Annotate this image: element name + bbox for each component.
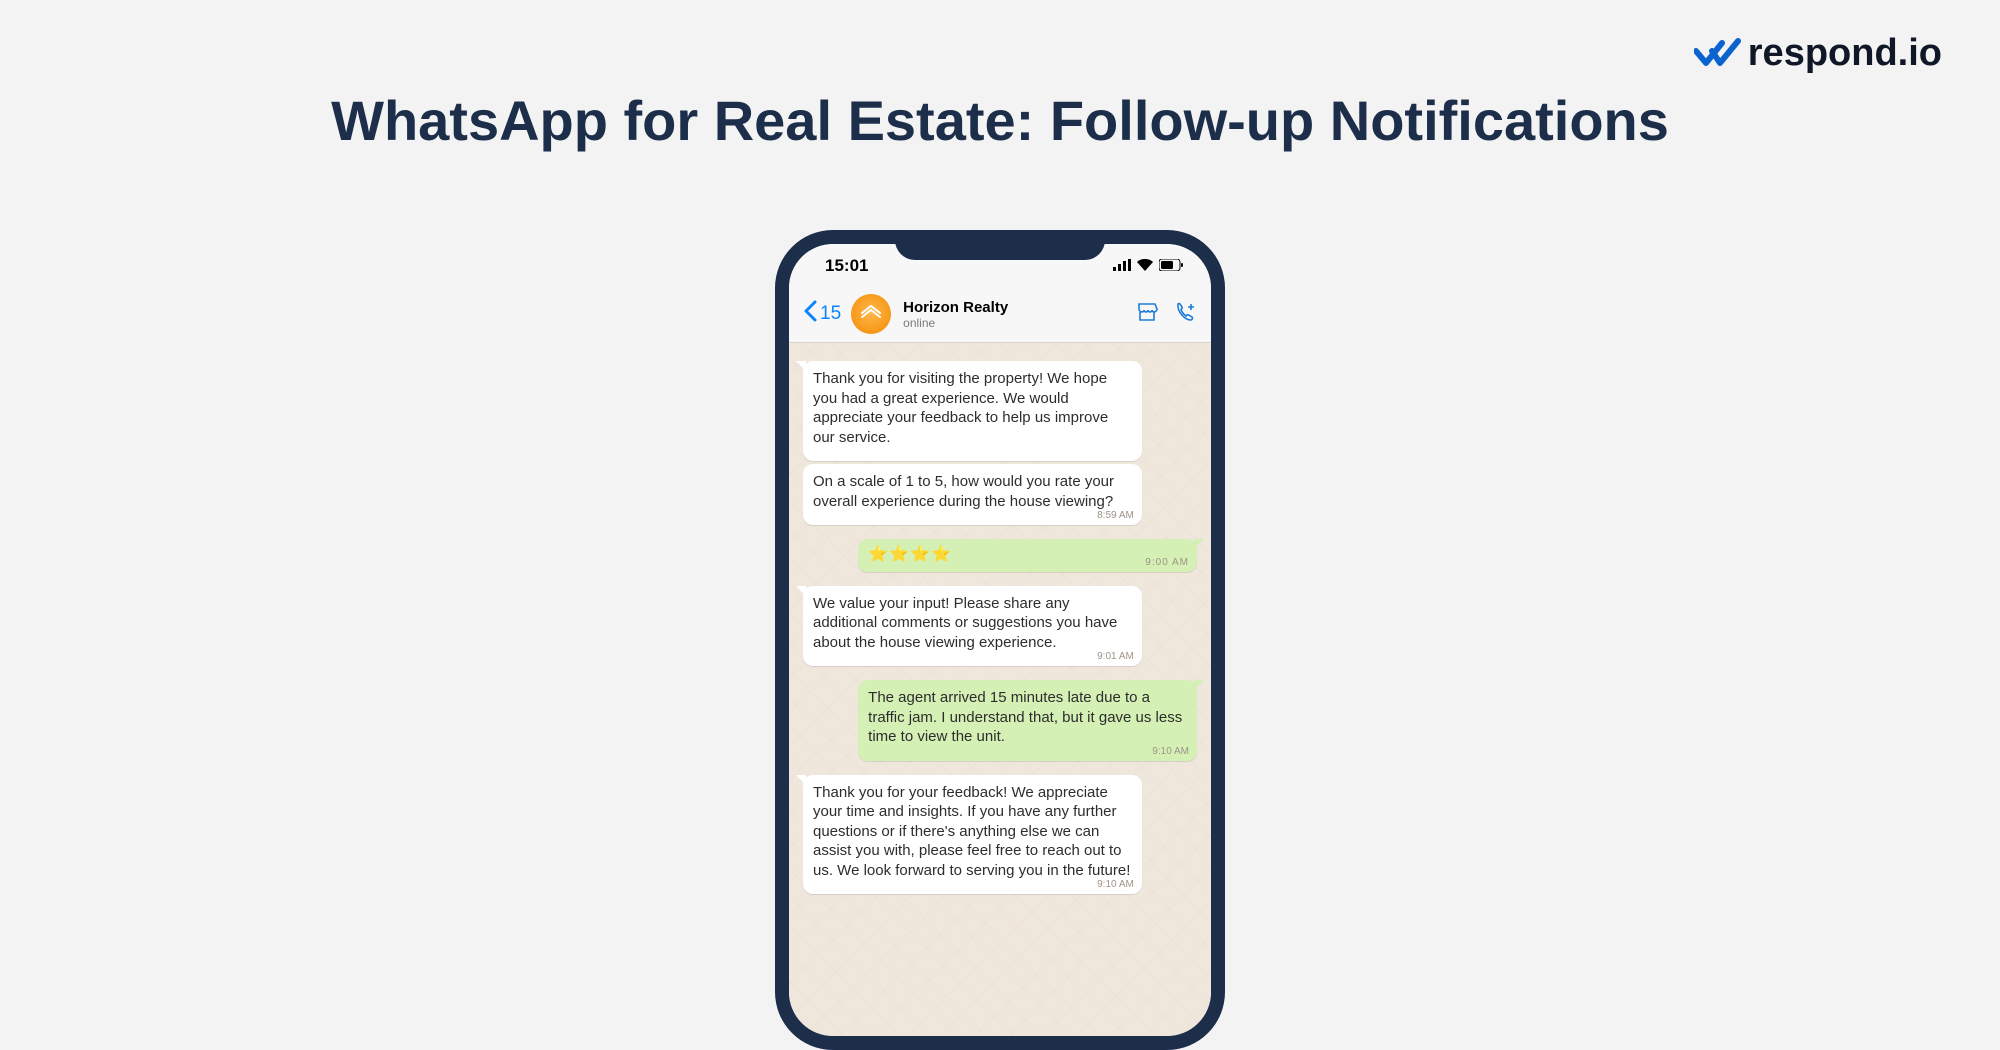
contact-status: online: [903, 316, 1121, 330]
chevron-left-icon: [803, 300, 817, 328]
message-time: 9:00 AM: [1145, 556, 1189, 569]
message-group: We value your input! Please share any ad…: [803, 586, 1197, 667]
message-group: Thank you for visiting the property! We …: [803, 361, 1197, 525]
message-time: 8:59 AM: [1097, 509, 1134, 522]
message-group: ⭐⭐⭐⭐ 9:00 AM: [803, 539, 1197, 572]
brand-logo: respond.io: [1694, 32, 1942, 75]
status-time: 15:01: [825, 256, 868, 276]
message-time: 9:10 AM: [1097, 878, 1134, 891]
back-count: 15: [820, 303, 841, 325]
back-button[interactable]: 15: [803, 300, 841, 328]
chat-header: 15 Horizon Realty online: [789, 288, 1211, 343]
house-icon: [859, 302, 883, 326]
contact-name: Horizon Realty: [903, 299, 1121, 316]
message-text: Thank you for your feedback! We apprecia…: [813, 784, 1130, 879]
brand-checkmarks-icon: [1694, 37, 1742, 71]
catalog-button[interactable]: [1135, 300, 1159, 329]
incoming-message[interactable]: Thank you for visiting the property! We …: [803, 361, 1142, 461]
message-group: Thank you for your feedback! We apprecia…: [803, 775, 1197, 895]
phone-notch: [895, 230, 1105, 260]
message-text: The agent arrived 15 minutes late due to…: [868, 689, 1182, 745]
contact-avatar[interactable]: [851, 294, 891, 334]
phone-frame: 15:01 15: [775, 230, 1225, 1050]
chat-body[interactable]: Thank you for visiting the property! We …: [789, 343, 1211, 1036]
brand-text: respond.io: [1748, 32, 1942, 75]
phone-plus-icon: [1173, 300, 1197, 324]
incoming-message[interactable]: We value your input! Please share any ad…: [803, 586, 1142, 667]
message-group: The agent arrived 15 minutes late due to…: [803, 680, 1197, 761]
call-button[interactable]: [1173, 300, 1197, 329]
outgoing-message[interactable]: ⭐⭐⭐⭐ 9:00 AM: [858, 539, 1197, 572]
message-time: 9:01 AM: [1097, 650, 1134, 663]
message-text: We value your input! Please share any ad…: [813, 595, 1117, 651]
contact-info[interactable]: Horizon Realty online: [903, 299, 1121, 330]
cellular-icon: [1113, 256, 1131, 276]
incoming-message[interactable]: Thank you for your feedback! We apprecia…: [803, 775, 1142, 895]
message-text: Thank you for visiting the property! We …: [813, 370, 1108, 446]
message-time: 9:10 AM: [1152, 745, 1189, 758]
message-text: On a scale of 1 to 5, how would you rate…: [813, 473, 1114, 510]
battery-icon: [1159, 256, 1183, 276]
page-title: WhatsApp for Real Estate: Follow-up Noti…: [0, 88, 2000, 153]
phone-screen: 15:01 15: [789, 244, 1211, 1036]
outgoing-message[interactable]: The agent arrived 15 minutes late due to…: [858, 680, 1197, 761]
storefront-icon: [1135, 300, 1159, 324]
message-text: ⭐⭐⭐⭐: [868, 546, 952, 563]
incoming-message[interactable]: On a scale of 1 to 5, how would you rate…: [803, 464, 1142, 525]
wifi-icon: [1137, 256, 1153, 276]
